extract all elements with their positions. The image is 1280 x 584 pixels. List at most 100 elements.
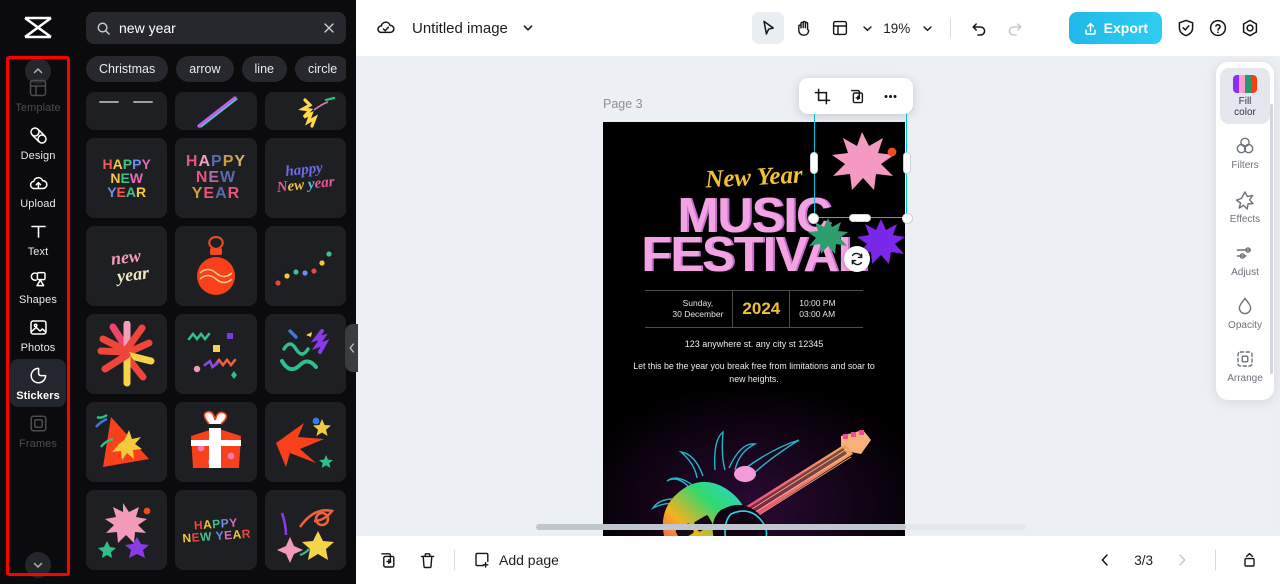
- export-label: Export: [1103, 20, 1148, 36]
- undo-button[interactable]: [963, 12, 995, 44]
- page-grid-button[interactable]: [1234, 545, 1264, 575]
- add-page-button[interactable]: Add page: [473, 551, 559, 569]
- tool-arrange[interactable]: Arrange: [1220, 341, 1270, 390]
- template-icon: [29, 79, 47, 97]
- sidebar-item-design[interactable]: Design: [10, 119, 66, 167]
- selection-frame[interactable]: [808, 102, 913, 224]
- frames-icon: [29, 415, 47, 432]
- duplicate-button[interactable]: [841, 81, 871, 111]
- editor-root: Template Design Upload Text Shapes Photo…: [0, 0, 1280, 584]
- chip-line[interactable]: line: [241, 56, 287, 82]
- sticker-item[interactable]: [86, 490, 168, 570]
- sticker-item[interactable]: [264, 402, 346, 482]
- handle-left-center[interactable]: [810, 152, 818, 174]
- document-title[interactable]: Untitled image: [412, 20, 508, 37]
- sticker-item[interactable]: [264, 92, 346, 130]
- effects-icon: [1235, 190, 1254, 210]
- shield-check-icon[interactable]: [1170, 12, 1202, 44]
- rail-items: Template Design Upload Text Shapes Photo…: [0, 56, 76, 576]
- right-rail-scrollbar[interactable]: [1270, 104, 1273, 374]
- sticker-item[interactable]: HAPPY NEW YEAR: [86, 138, 168, 218]
- handle-right-center[interactable]: [903, 152, 911, 174]
- sticker-grid: HAPPY NEW YEAR HAPPY NEW YEAR happy New …: [86, 92, 346, 570]
- sidebar-item-shapes[interactable]: Shapes: [10, 263, 66, 311]
- bottom-toolbar: Add page 3/3: [356, 536, 1280, 584]
- sidebar-item-frames[interactable]: Frames: [10, 407, 66, 455]
- tool-effects[interactable]: Effects: [1220, 182, 1270, 231]
- sticker-item[interactable]: HAPPY NEW YEAR: [175, 490, 257, 570]
- stickers-panel: Christmas arrow line circle HAPPY NEW YE…: [76, 0, 356, 584]
- hand-pan-tool[interactable]: [788, 12, 820, 44]
- poster-date: 30 December: [672, 309, 724, 319]
- chip-arrow[interactable]: arrow: [176, 56, 234, 82]
- sticker-item[interactable]: [86, 92, 168, 130]
- photos-icon: [29, 320, 47, 335]
- poster-divider: [732, 291, 734, 327]
- sticker-item[interactable]: happy New year: [264, 138, 346, 218]
- sticker-item[interactable]: [175, 92, 257, 130]
- settings-gear-icon[interactable]: [1234, 12, 1266, 44]
- sticker-item[interactable]: [264, 314, 346, 394]
- sticker-item[interactable]: [86, 402, 168, 482]
- sidebar-item-label: Photos: [20, 342, 56, 354]
- search-bar[interactable]: [86, 12, 346, 44]
- poster-time-col: 10:00 PM 03:00 AM: [799, 298, 835, 321]
- sidebar-item-upload[interactable]: Upload: [10, 167, 66, 215]
- zoom-chevron-icon[interactable]: [918, 12, 938, 44]
- tool-filters[interactable]: Filters: [1220, 128, 1270, 177]
- horizontal-scrollbar[interactable]: [536, 524, 1026, 530]
- prev-page-button[interactable]: [1090, 545, 1120, 575]
- handle-bottom-right[interactable]: [902, 213, 913, 224]
- layout-grid-tool[interactable]: [824, 12, 856, 44]
- rail-scroll-down-button[interactable]: [25, 552, 51, 578]
- sticker-text: HAPPY NEW YEAR: [181, 515, 252, 546]
- sticker-item[interactable]: [175, 226, 257, 306]
- add-page-label: Add page: [499, 552, 559, 568]
- redo-button[interactable]: [999, 12, 1031, 44]
- zoom-level[interactable]: 19%: [880, 21, 914, 36]
- chip-circle[interactable]: circle: [295, 56, 346, 82]
- tool-label: Arrange: [1227, 373, 1263, 385]
- sticker-item[interactable]: [264, 490, 346, 570]
- sidebar-item-label: Upload: [20, 198, 56, 210]
- poster-date-col: Sunday, 30 December: [672, 298, 723, 321]
- sticker-item[interactable]: [175, 402, 257, 482]
- panel-collapse-handle[interactable]: [345, 324, 358, 372]
- crop-button[interactable]: [807, 81, 837, 111]
- duplicate-page-button[interactable]: [372, 545, 402, 575]
- bottom-divider: [454, 550, 455, 570]
- page-navigation: 3/3: [1090, 545, 1264, 575]
- element-float-toolbar: [799, 78, 913, 114]
- tool-fill-color[interactable]: Fill color: [1220, 68, 1270, 125]
- sticker-item[interactable]: HAPPY NEW YEAR: [175, 138, 257, 218]
- handle-bottom-center[interactable]: [849, 214, 871, 222]
- chevron-down-icon[interactable]: [512, 12, 544, 44]
- ornament-icon: [196, 235, 235, 295]
- close-icon[interactable]: [322, 21, 336, 35]
- delete-page-button[interactable]: [412, 545, 442, 575]
- canvas-viewport[interactable]: Page 3 New Year MUSIC FESTIVAL Sunday, 3…: [345, 56, 1280, 584]
- nav-divider: [1215, 550, 1216, 570]
- left-tool-rail: Template Design Upload Text Shapes Photo…: [0, 0, 76, 584]
- rotate-handle[interactable]: [844, 246, 870, 272]
- filters-icon: [1236, 137, 1254, 154]
- sticker-item[interactable]: [264, 226, 346, 306]
- sticker-item[interactable]: new year: [86, 226, 168, 306]
- sticker-item[interactable]: [175, 314, 257, 394]
- sidebar-item-stickers[interactable]: Stickers: [10, 359, 66, 407]
- more-options-button[interactable]: [875, 81, 905, 111]
- tool-adjust[interactable]: Adjust: [1220, 235, 1270, 284]
- sticker-item[interactable]: [86, 314, 168, 394]
- sidebar-item-template[interactable]: Template: [10, 72, 66, 119]
- sidebar-item-photos[interactable]: Photos: [10, 311, 66, 359]
- chip-christmas[interactable]: Christmas: [86, 56, 169, 82]
- export-button[interactable]: Export: [1068, 12, 1162, 44]
- help-circle-icon[interactable]: [1202, 12, 1234, 44]
- handle-bottom-left[interactable]: [808, 213, 819, 224]
- layout-chevron-icon[interactable]: [860, 12, 876, 44]
- next-page-button[interactable]: [1167, 545, 1197, 575]
- search-input[interactable]: [119, 20, 314, 36]
- sidebar-item-text[interactable]: Text: [10, 215, 66, 263]
- cursor-select-tool[interactable]: [751, 12, 784, 44]
- tool-opacity[interactable]: Opacity: [1220, 288, 1270, 337]
